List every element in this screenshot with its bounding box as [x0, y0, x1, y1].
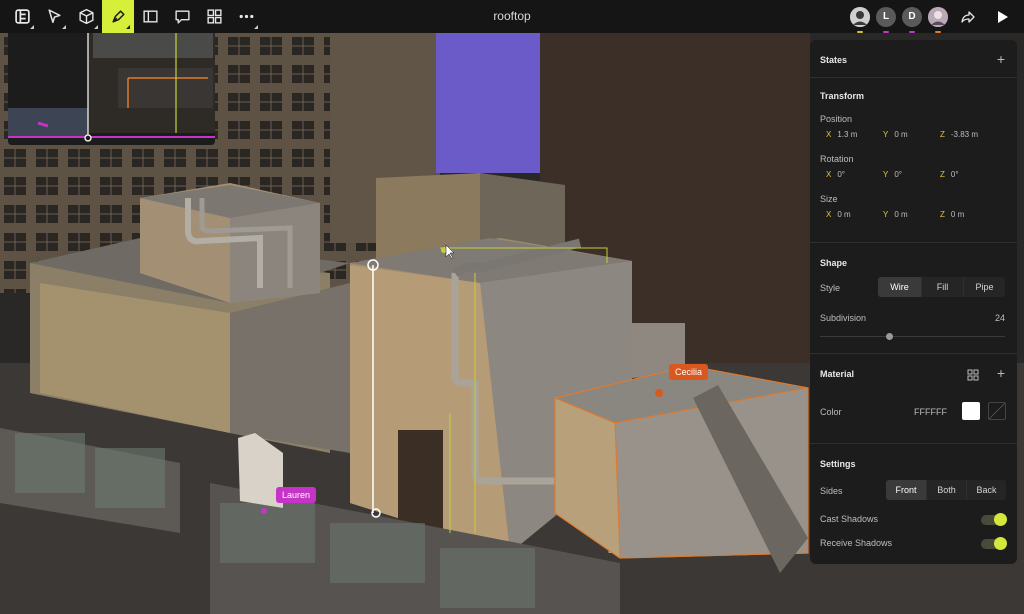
frame-icon — [142, 10, 158, 23]
shape-section: Shape Style Wire Fill Pipe Subdivision 2… — [810, 243, 1017, 354]
logo-menu-button[interactable] — [6, 0, 38, 33]
color-label: Color — [820, 407, 842, 417]
style-pipe-option[interactable]: Pipe — [963, 277, 1005, 297]
toggle-knob — [994, 537, 1007, 550]
collaborator-label-cecilia: Cecilia — [669, 364, 709, 380]
app-window: rooftop L D Cecilia Lauren States + Tran… — [0, 0, 1024, 614]
size-fields: X0 m Y0 m Z0 m — [826, 210, 997, 219]
add-material-button[interactable]: + — [997, 366, 1005, 380]
position-fields: X 1.3 m Y0 m Z -3.83 m — [826, 130, 997, 139]
subdivision-value: 24 — [994, 313, 1005, 323]
share-icon — [961, 10, 975, 23]
settings-section: Settings Sides Front Both Back Cast Shad… — [810, 444, 1017, 564]
collaborator-label-lauren: Lauren — [276, 487, 317, 503]
rotation-x-field[interactable]: X 0° — [826, 170, 883, 179]
toggle-knob — [994, 513, 1007, 526]
pointer-icon — [47, 9, 61, 24]
sides-label: Sides — [820, 486, 843, 496]
comment-icon — [174, 10, 190, 24]
style-segmented-control: Wire Fill Pipe — [878, 277, 1005, 297]
sides-back-option[interactable]: Back — [966, 480, 1006, 500]
play-button[interactable] — [988, 3, 1016, 31]
subdivision-label: Subdivision — [820, 313, 867, 323]
settings-title: Settings — [820, 459, 856, 469]
cast-shadows-toggle[interactable] — [981, 513, 1007, 526]
rotation-z-field[interactable]: Z 0° — [940, 170, 997, 179]
receive-shadows-toggle[interactable] — [981, 537, 1007, 550]
transform-title: Transform — [820, 91, 865, 101]
style-fill-option[interactable]: Fill — [921, 277, 963, 297]
more-icon — [239, 14, 253, 19]
size-label: Size — [820, 194, 838, 204]
sides-segmented-control: Front Both Back — [886, 480, 1006, 500]
slider-track — [820, 336, 1005, 337]
rotation-label: Rotation — [820, 154, 854, 164]
position-label: Position — [820, 114, 853, 124]
collaborators-bar: L D — [850, 0, 1016, 33]
avatar-initial: D — [908, 11, 916, 22]
rotation-y-field[interactable]: Y 0° — [883, 170, 940, 179]
opacity-swatch[interactable] — [988, 402, 1006, 420]
share-button[interactable] — [954, 3, 982, 31]
comment-tool-button[interactable] — [166, 0, 198, 33]
subdivision-slider[interactable] — [820, 333, 1005, 341]
size-y-field[interactable]: Y0 m — [883, 210, 940, 219]
user-photo-icon — [928, 6, 948, 27]
collaborator-avatar[interactable]: L — [876, 6, 896, 33]
top-toolbar: rooftop L D — [0, 0, 1024, 33]
no-fill-icon — [989, 403, 1005, 419]
grid-tool-button[interactable] — [198, 0, 230, 33]
states-section: States + — [810, 40, 1017, 78]
grid-icon — [206, 9, 222, 24]
color-swatch[interactable] — [962, 402, 980, 420]
collaborator-avatar[interactable] — [850, 6, 870, 33]
color-hex-value[interactable]: FFFFFF — [914, 407, 947, 417]
style-label: Style — [820, 283, 841, 293]
frame-tool-button[interactable] — [134, 0, 166, 33]
cube-icon — [78, 8, 94, 25]
sides-both-option[interactable]: Both — [926, 480, 966, 500]
play-icon — [998, 10, 1008, 23]
collaborator-avatar[interactable] — [928, 6, 948, 33]
pen-icon — [111, 10, 125, 23]
logo-icon — [14, 9, 30, 24]
user-photo-icon — [850, 6, 870, 27]
pen-tool-button[interactable] — [102, 0, 134, 33]
transform-section: Transform Position X 1.3 m Y0 m Z -3.83 m … — [810, 78, 1017, 243]
material-library-button[interactable] — [967, 368, 979, 381]
material-title: Material — [820, 369, 855, 379]
cube-tool-button[interactable] — [70, 0, 102, 33]
properties-panel: States + Transform Position X 1.3 m Y0 m … — [810, 40, 1017, 564]
position-z-field[interactable]: Z -3.83 m — [940, 130, 997, 139]
add-state-button[interactable]: + — [997, 52, 1005, 66]
position-y-field[interactable]: Y0 m — [883, 130, 940, 139]
receive-shadows-label: Receive Shadows — [820, 538, 893, 548]
rotation-fields: X 0° Y 0° Z 0° — [826, 170, 997, 179]
slider-thumb[interactable] — [886, 333, 893, 340]
shape-title: Shape — [820, 258, 848, 268]
cast-shadows-label: Cast Shadows — [820, 514, 879, 524]
position-x-field[interactable]: X 1.3 m — [826, 130, 883, 139]
material-section: Material + Color FFFFFF — [810, 354, 1017, 444]
avatar-initial: L — [882, 11, 890, 22]
more-tool-button[interactable] — [230, 0, 262, 33]
grid-icon — [967, 369, 979, 381]
size-x-field[interactable]: X0 m — [826, 210, 883, 219]
sides-front-option[interactable]: Front — [886, 480, 926, 500]
style-wire-option[interactable]: Wire — [878, 277, 921, 297]
size-z-field[interactable]: Z0 m — [940, 210, 997, 219]
states-title: States — [820, 55, 848, 65]
select-tool-button[interactable] — [38, 0, 70, 33]
collaborator-avatar[interactable]: D — [902, 6, 922, 33]
